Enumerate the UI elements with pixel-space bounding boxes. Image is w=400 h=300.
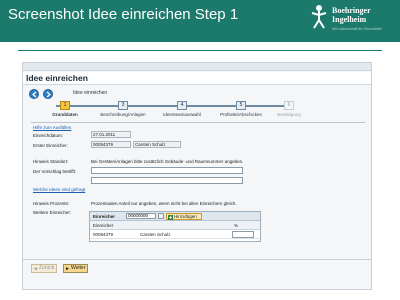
roadmap-step-number: 6 (284, 101, 294, 110)
slide-divider (18, 50, 382, 51)
back-button-label: Zurück (39, 265, 55, 271)
erster-einreicher-id-field: 00084379 (91, 141, 131, 148)
erster-einreicher-name-field: Carsten Schulz (133, 141, 181, 148)
roadmap-step-number: 5 (236, 101, 246, 110)
weitere-einreicher-label: Weitere Einreicher: (33, 210, 72, 215)
einreichdatum-field: 27.01.2011 (91, 131, 131, 138)
einreicher-table: Einreicher 00000000 Hinzufügen Einreiche… (89, 211, 261, 242)
arrow-right-icon: ► (65, 266, 70, 272)
column-header-einreicher: Einreicher (93, 223, 114, 228)
roadmap-step-4[interactable]: 4 Ideenteamauswahl (152, 101, 212, 121)
roadmap-step-number: 1 (60, 101, 70, 110)
table-header-row: Einreicher % (90, 221, 260, 230)
hinweis-prozente-label: Hinweis Prozente: (33, 201, 70, 206)
app-window: Idee einreichen Idee einreichen 1 Grundd… (22, 62, 372, 290)
nav-label: Idee einreichen (73, 90, 108, 96)
einreicher-input-label: Einreicher (93, 214, 116, 219)
arrow-left-icon (32, 91, 37, 98)
roadmap-step-6: 6 Bestätigung (259, 101, 319, 121)
back-nav-button[interactable] (29, 89, 39, 99)
app-title: Idee einreichen (26, 73, 88, 83)
roadmap: 1 Grunddaten 3 Beschreibung/Anlagen 4 Id… (31, 101, 361, 121)
column-header-percent: % (234, 223, 239, 228)
roadmap-step-label: Bestätigung (277, 112, 301, 117)
forward-nav-button[interactable] (43, 89, 53, 99)
roadmap-step-label: Ideenteamauswahl (163, 112, 201, 117)
hinweis-standort-text: Bei Geräten/Anlagen bitte zusätzlich Geb… (91, 159, 244, 164)
hinweis-standort-label: Hinweis Standort: (33, 159, 69, 164)
value-help-button[interactable] (158, 213, 164, 219)
einreicher-toolbar: Einreicher 00000000 Hinzufügen (90, 212, 260, 221)
row-einreicher-name: Carsten Schulz (140, 232, 171, 237)
add-icon (168, 214, 173, 220)
row-percent-input[interactable] (232, 231, 254, 238)
roadmap-step-number: 3 (118, 101, 128, 110)
slide-title: Screenshot Idee einreichen Step 1 (8, 6, 239, 23)
arrow-right-icon (46, 91, 51, 98)
einreicher-input[interactable]: 00000000 (126, 213, 156, 219)
logo-name: Boehringer Ingelheim (332, 6, 371, 24)
row-einreicher-id: 00084379 (93, 232, 114, 237)
vorschlag-label: Der Vorschlag betrifft: (33, 169, 77, 174)
next-button[interactable]: ► Weiter (63, 264, 89, 273)
logo-tagline: Mit Leidenschaft für Gesundheit (332, 27, 382, 31)
add-einreicher-button[interactable]: Hinzufügen (166, 213, 202, 220)
roadmap-step-label: Grunddaten (52, 112, 78, 117)
vorschlag-input-2[interactable] (91, 177, 243, 184)
logo-figure-icon (311, 5, 327, 29)
bottom-divider (23, 259, 371, 260)
roadmap-divider (31, 122, 365, 123)
roadmap-step-number: 4 (177, 101, 187, 110)
hinweis-prozente-text: Prozentualen Anteil nur angeben, wenn ni… (91, 201, 237, 206)
help-link[interactable]: Hilfe zum Ausfüllen (33, 125, 71, 130)
app-top-strip (23, 63, 371, 71)
ideas-link[interactable]: Welche Ideen sind gefragt (33, 187, 85, 192)
roadmap-step-label: Beschreibung/Anlagen (100, 112, 146, 117)
add-einreicher-label: Hinzufügen (174, 214, 197, 219)
einreichdatum-label: Einreichdatum: (33, 133, 64, 138)
company-logo: Boehringer Ingelheim Mit Leidenschaft für… (308, 4, 396, 36)
roadmap-step-1[interactable]: 1 Grunddaten (35, 101, 95, 121)
erster-einreicher-label: Erster Einreicher: (33, 143, 68, 148)
arrow-left-icon: ◄ (33, 266, 38, 272)
table-row: 00084379 Carsten Schulz (90, 230, 260, 239)
roadmap-step-3[interactable]: 3 Beschreibung/Anlagen (93, 101, 153, 121)
vorschlag-input[interactable] (91, 167, 243, 174)
back-button: ◄ Zurück (31, 264, 58, 273)
app-title-bar: Idee einreichen (23, 72, 371, 85)
slide-header: Screenshot Idee einreichen Step 1 Boehri… (0, 0, 400, 42)
next-button-label: Weiter (71, 265, 86, 271)
